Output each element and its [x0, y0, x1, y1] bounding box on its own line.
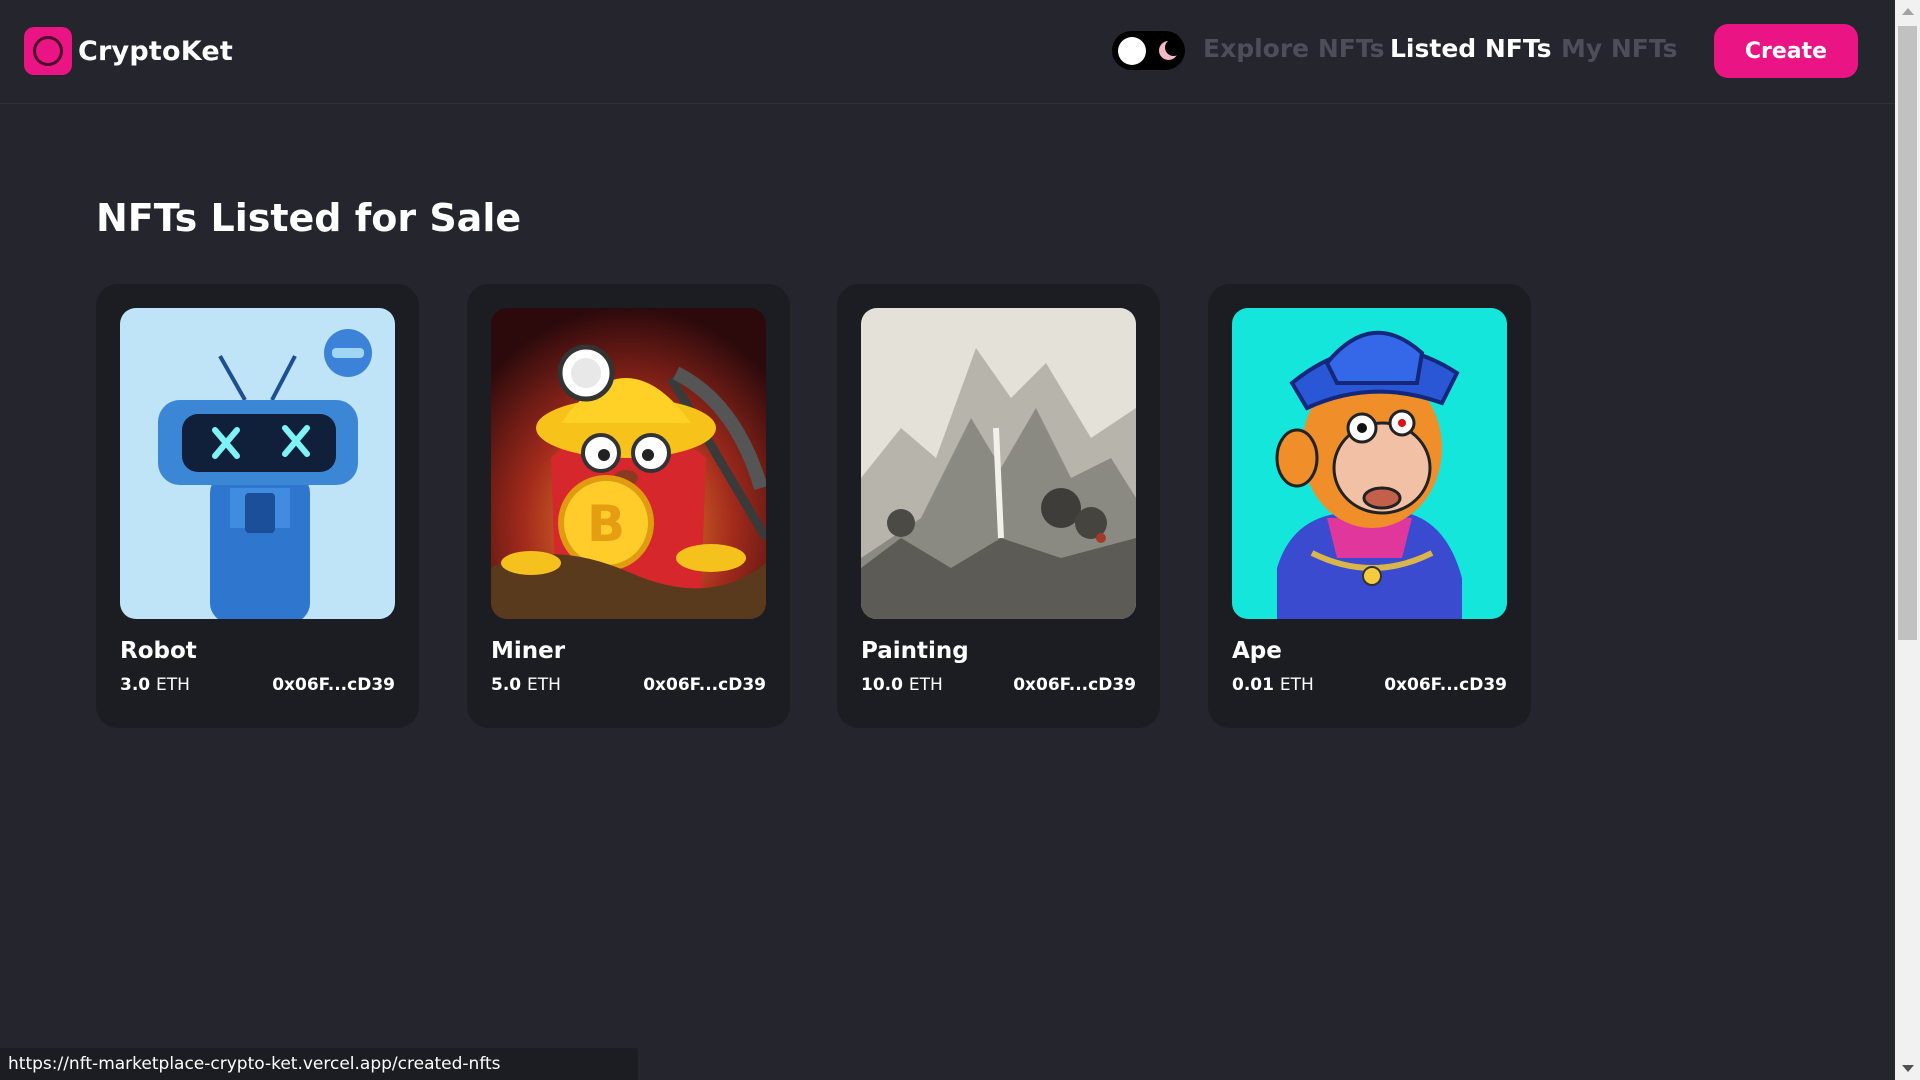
cryptoket-logo-icon	[24, 27, 72, 75]
nft-card-miner[interactable]: B Miner 5.0 ETH 0x06F...cD39	[467, 284, 790, 728]
nav-listed-nfts[interactable]: Listed NFTs	[1390, 34, 1552, 63]
moon-icon	[1157, 38, 1182, 62]
card-name: Ape	[1232, 638, 1282, 664]
brand-name: CryptoKet	[78, 35, 233, 67]
card-owner: 0x06F...cD39	[1013, 675, 1136, 695]
scroll-up-arrow-icon[interactable]	[1902, 8, 1914, 15]
card-owner: 0x06F...cD39	[1384, 675, 1507, 695]
nft-card-robot[interactable]: Robot 3.0 ETH 0x06F...cD39	[96, 284, 419, 728]
card-name: Miner	[491, 638, 566, 664]
card-name: Painting	[861, 638, 969, 664]
card-price: 3.0 ETH	[120, 675, 190, 695]
nft-card-ape[interactable]: Ape 0.01 ETH 0x06F...cD39	[1208, 284, 1531, 728]
nft-image-ape	[1232, 308, 1507, 619]
nav-explore-nfts[interactable]: Explore NFTs	[1203, 34, 1384, 63]
nft-image-robot	[120, 308, 395, 619]
link-status-url: https://nft-marketplace-crypto-ket.verce…	[0, 1048, 638, 1080]
brand-link[interactable]: CryptoKet	[24, 27, 233, 75]
scrollbar-thumb[interactable]	[1898, 26, 1917, 640]
card-owner: 0x06F...cD39	[643, 675, 766, 695]
sun-knob-icon	[1118, 36, 1146, 65]
page-title: NFTs Listed for Sale	[96, 196, 522, 240]
navbar: CryptoKet Explore NFTs Listed NFTs My NF…	[0, 0, 1895, 104]
card-price: 0.01 ETH	[1232, 675, 1314, 695]
vertical-scrollbar[interactable]	[1895, 0, 1920, 1080]
nft-image-miner: B	[491, 308, 766, 619]
nav-my-nfts[interactable]: My NFTs	[1561, 34, 1678, 63]
card-name: Robot	[120, 638, 197, 664]
svg-text:B: B	[587, 495, 625, 553]
scroll-down-arrow-icon[interactable]	[1902, 1065, 1914, 1072]
nft-image-painting	[861, 308, 1136, 619]
card-owner: 0x06F...cD39	[272, 675, 395, 695]
nft-card-painting[interactable]: Painting 10.0 ETH 0x06F...cD39	[837, 284, 1160, 728]
create-button[interactable]: Create	[1714, 24, 1858, 78]
card-price: 10.0 ETH	[861, 675, 943, 695]
theme-toggle[interactable]	[1112, 31, 1185, 70]
card-price: 5.0 ETH	[491, 675, 561, 695]
